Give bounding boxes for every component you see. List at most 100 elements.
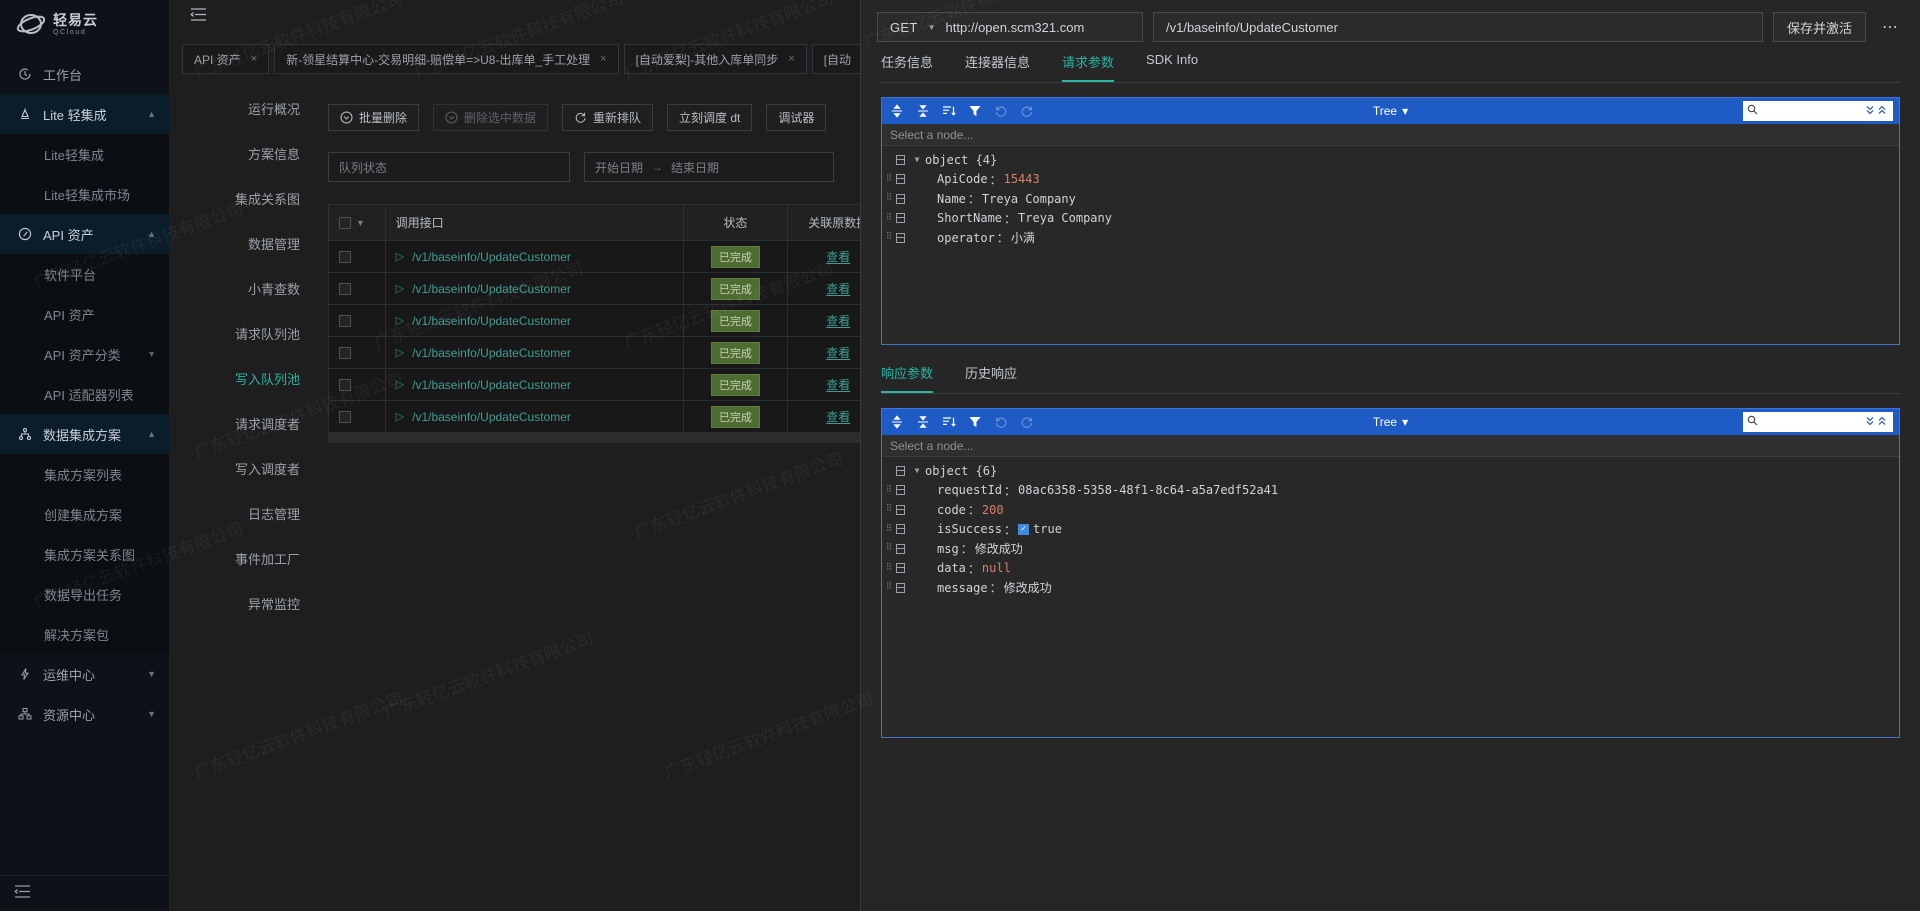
- request-editor-mode[interactable]: Tree ▾: [1373, 104, 1408, 118]
- json-value[interactable]: 200: [982, 503, 1004, 517]
- json-root-row[interactable]: ▼ object {4}: [882, 150, 1899, 170]
- sidebar-item-create-scheme[interactable]: 创建集成方案: [0, 494, 169, 534]
- row-checkbox[interactable]: [339, 379, 351, 392]
- view-link[interactable]: 查看: [826, 346, 850, 360]
- delete-selected-button[interactable]: 删除选中数据: [433, 104, 549, 131]
- chevron-down-icon[interactable]: ▼: [928, 23, 936, 32]
- sort-icon[interactable]: [942, 104, 956, 118]
- json-node-row[interactable]: ⠿ ApiCode ： 15443: [882, 170, 1899, 190]
- json-node-row[interactable]: ⠿ code ： 200: [882, 500, 1899, 520]
- node-menu-icon[interactable]: [896, 485, 905, 496]
- sidebar-item-lite-integration[interactable]: Lite 轻集成 ▲: [0, 94, 169, 134]
- collapse-menu-icon[interactable]: [14, 884, 31, 904]
- json-value[interactable]: 修改成功: [975, 540, 1023, 557]
- node-menu-icon[interactable]: [896, 154, 905, 165]
- view-link[interactable]: 查看: [826, 378, 850, 392]
- api-link[interactable]: /v1/baseinfo/UpdateCustomer: [412, 250, 571, 264]
- sidebar-collapse-bar[interactable]: [0, 875, 170, 911]
- sidebar-item-solution-package[interactable]: 解决方案包: [0, 614, 169, 654]
- batch-delete-button[interactable]: 批量删除: [328, 104, 420, 131]
- node-menu-icon[interactable]: [896, 465, 905, 476]
- json-node-row[interactable]: ⠿ requestId ： 08ac6358-5358-48f1-8c64-a5…: [882, 481, 1899, 501]
- select-all-checkbox[interactable]: [339, 216, 351, 229]
- play-icon[interactable]: ▷: [396, 314, 404, 327]
- chevron-up-icon[interactable]: ▲: [147, 229, 156, 239]
- drag-handle[interactable]: ⠿: [882, 583, 896, 592]
- chevron-expanded-icon[interactable]: ▼: [909, 466, 925, 475]
- json-value[interactable]: 15443: [1004, 172, 1040, 186]
- play-icon[interactable]: ▷: [396, 410, 404, 423]
- expand-all-icon[interactable]: [890, 415, 904, 429]
- sort-icon[interactable]: [942, 415, 956, 429]
- tab-response-params[interactable]: 响应参数: [881, 363, 934, 393]
- table-row[interactable]: ▷/v1/baseinfo/UpdateCustomer 已完成 查看 2023…: [328, 400, 860, 433]
- json-value[interactable]: Treya Company: [1018, 211, 1112, 225]
- play-icon[interactable]: ▷: [396, 378, 404, 391]
- node-menu-icon[interactable]: [896, 232, 905, 243]
- drag-handle[interactable]: ⠿: [882, 563, 896, 572]
- tab-response-history[interactable]: 历史响应: [965, 363, 1017, 393]
- chevron-down-icon[interactable]: ▼: [356, 218, 365, 228]
- save-activate-button[interactable]: 保存并激活: [1772, 12, 1866, 42]
- sidebar-item-scheme-relation[interactable]: 集成方案关系图: [0, 534, 169, 574]
- inner-menu-item-scheme-info[interactable]: 方案信息: [190, 131, 308, 176]
- drag-handle[interactable]: ⠿: [882, 213, 896, 222]
- inner-menu-item-write-scheduler[interactable]: 写入调度者: [190, 446, 308, 491]
- view-link[interactable]: 查看: [826, 410, 850, 424]
- collapse-all-icon[interactable]: [916, 104, 930, 118]
- sidebar-item-api-assets[interactable]: API 资产 ▲: [0, 214, 169, 254]
- menu-collapse-icon[interactable]: [190, 7, 207, 27]
- sidebar-item-lite-market[interactable]: Lite轻集成市场: [0, 174, 169, 214]
- tab-settlement-scheme[interactable]: 新-领星结算中心-交易明细-赔偿单=>U8-出库单_手工处理 ×: [274, 44, 619, 74]
- node-menu-icon[interactable]: [896, 524, 905, 535]
- queue-status-select[interactable]: 队列状态: [328, 152, 570, 182]
- sidebar-item-api-adapter-list[interactable]: API 适配器列表: [0, 374, 169, 414]
- json-node-row[interactable]: ⠿ Name ： Treya Company: [882, 189, 1899, 209]
- inner-menu-item-write-queue[interactable]: 写入队列池: [190, 356, 308, 401]
- api-link[interactable]: /v1/baseinfo/UpdateCustomer: [412, 410, 571, 424]
- drag-handle[interactable]: ⠿: [882, 505, 896, 514]
- tab-auto-inbound-sync[interactable]: [自动爱梨]-其他入库单同步 ×: [623, 44, 807, 74]
- drag-handle[interactable]: ⠿: [882, 233, 896, 242]
- sidebar-item-export-task[interactable]: 数据导出任务: [0, 574, 169, 614]
- chevron-expanded-icon[interactable]: ▼: [909, 155, 925, 164]
- chevron-down-icon[interactable]: ▼: [147, 349, 156, 359]
- api-link[interactable]: /v1/baseinfo/UpdateCustomer: [412, 282, 571, 296]
- table-row[interactable]: ▷/v1/baseinfo/UpdateCustomer 已完成 查看 2023…: [328, 368, 860, 401]
- table-horizontal-scrollbar[interactable]: [328, 433, 860, 443]
- node-menu-icon[interactable]: [896, 563, 905, 574]
- tab-request-params[interactable]: 请求参数: [1062, 52, 1115, 82]
- filter-icon[interactable]: [968, 415, 982, 429]
- inner-menu-item-request-queue[interactable]: 请求队列池: [190, 311, 308, 356]
- close-icon[interactable]: ×: [600, 53, 606, 65]
- request-path-input[interactable]: /v1/baseinfo/UpdateCustomer: [1153, 12, 1763, 42]
- view-link[interactable]: 查看: [826, 250, 850, 264]
- expand-all-icon[interactable]: [890, 104, 904, 118]
- json-root-row[interactable]: ▼ object {6}: [882, 461, 1899, 481]
- sidebar-item-api-category[interactable]: API 资产分类 ▼: [0, 334, 169, 374]
- undo-icon[interactable]: [994, 415, 1008, 429]
- inner-menu-item-exception-monitor[interactable]: 异常监控: [190, 581, 308, 626]
- node-menu-icon[interactable]: [896, 213, 905, 224]
- node-menu-icon[interactable]: [896, 504, 905, 515]
- tab-sdk-info[interactable]: SDK Info: [1146, 52, 1198, 82]
- node-menu-icon[interactable]: [896, 174, 905, 185]
- brand-logo[interactable]: 轻易云 QCloud: [0, 0, 169, 48]
- drag-handle[interactable]: ⠿: [882, 544, 896, 553]
- json-value[interactable]: Treya Company: [982, 192, 1076, 206]
- node-menu-icon[interactable]: [896, 543, 905, 554]
- json-value[interactable]: null: [982, 561, 1011, 575]
- close-icon[interactable]: ×: [251, 53, 257, 65]
- method-host-field[interactable]: GET ▼ http://open.scm321.com: [877, 12, 1143, 42]
- more-options-icon[interactable]: ⋯: [1876, 17, 1904, 37]
- inner-menu-item-data-management[interactable]: 数据管理: [190, 221, 308, 266]
- chevron-up-icon[interactable]: ▲: [147, 429, 156, 439]
- debugger-button[interactable]: 调试器: [766, 104, 827, 131]
- inner-menu-item-relation-graph[interactable]: 集成关系图: [190, 176, 308, 221]
- row-checkbox[interactable]: [339, 283, 351, 296]
- view-link[interactable]: 查看: [826, 282, 850, 296]
- tab-task-info[interactable]: 任务信息: [881, 52, 933, 82]
- play-icon[interactable]: ▷: [396, 250, 404, 263]
- sidebar-item-workbench[interactable]: 工作台: [0, 54, 169, 94]
- row-checkbox[interactable]: [339, 411, 351, 424]
